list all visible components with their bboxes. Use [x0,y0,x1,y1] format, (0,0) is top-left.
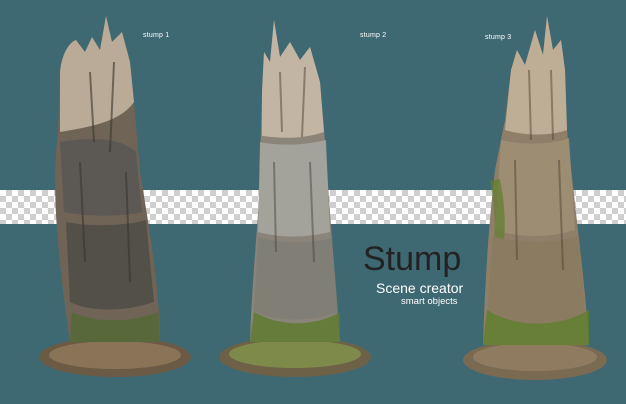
preview-canvas: stump 1 stump 2 stump 3 Stump Scene crea… [0,0,626,404]
stump-1-label: stump 1 [143,32,170,39]
stump-3-image [463,16,607,380]
stump-2-label: stump 2 [360,32,387,39]
stump-2-image [219,20,371,377]
stump-1-image [39,16,191,377]
title: Stump [363,240,462,278]
subtitle: Scene creator [376,280,464,296]
stump-3-label: stump 3 [485,34,512,41]
tagline: smart objects [401,296,458,307]
